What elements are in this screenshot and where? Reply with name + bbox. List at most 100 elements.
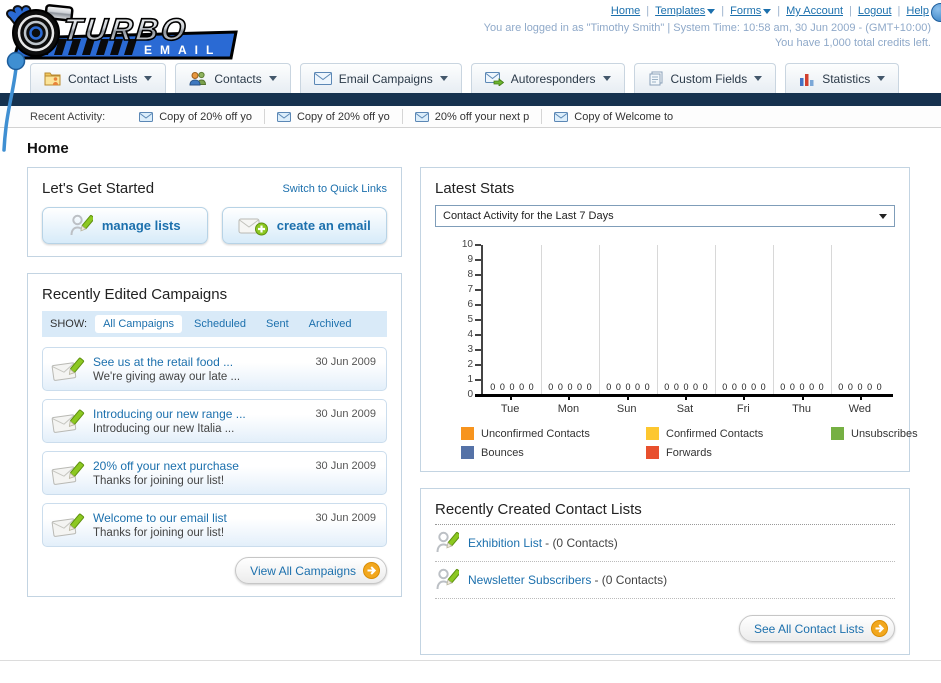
top-link-logout[interactable]: Logout: [858, 5, 892, 17]
y-axis-tick-label: 9: [467, 254, 473, 265]
autoresponders-envelope-icon: [484, 71, 504, 86]
recent-activity-item[interactable]: Copy of 20% off yo: [263, 109, 402, 124]
tab-email-campaigns[interactable]: Email Campaigns: [299, 63, 462, 93]
gridline: [831, 245, 832, 395]
statistics-chart-icon: [799, 72, 815, 86]
view-all-campaigns-button[interactable]: View All Campaigns: [235, 557, 387, 584]
see-all-contact-lists-button[interactable]: See All Contact Lists: [738, 615, 895, 642]
nav-divider-bar: [0, 93, 941, 106]
recent-activity-item[interactable]: Copy of 20% off yo: [127, 109, 264, 124]
switch-quick-links-link[interactable]: Switch to Quick Links: [282, 183, 387, 195]
chart-legend: Unconfirmed Contacts Confirmed Contacts Un…: [435, 427, 918, 459]
nav-separator: |: [849, 5, 852, 17]
contact-lists-folder-icon: [44, 72, 61, 86]
create-email-icon: [238, 216, 268, 236]
value-label-group: 00000: [831, 382, 889, 392]
top-link-help[interactable]: Help: [906, 5, 929, 17]
y-axis-tick: [475, 304, 481, 306]
value-label: 0: [789, 382, 795, 392]
contact-list-item[interactable]: Newsletter Subscribers - (0 Contacts): [435, 562, 895, 599]
envelope-icon: [276, 111, 291, 122]
top-link-forms[interactable]: Forms: [730, 5, 772, 17]
value-label: 0: [519, 382, 525, 392]
campaign-date: 30 Jun 2009: [315, 408, 376, 420]
contact-list-item[interactable]: Exhibition List - (0 Contacts): [435, 525, 895, 562]
recent-activity-item[interactable]: 20% off your next p: [401, 109, 542, 124]
campaign-row[interactable]: Introducing our new range ... Introducing…: [42, 399, 387, 443]
value-label: 0: [838, 382, 844, 392]
legend-item-forwards: Forwards: [646, 446, 831, 459]
top-link-templates[interactable]: Templates: [655, 5, 716, 17]
main-nav-tabs: Contact Lists Contacts Email Campaigns Auto…: [0, 62, 941, 93]
gridline: [598, 245, 600, 395]
stats-range-select[interactable]: Contact Activity for the Last 7 Days: [435, 205, 895, 227]
contact-list-link[interactable]: Exhibition List: [468, 536, 542, 550]
campaigns-title: Recently Edited Campaigns: [42, 286, 228, 303]
campaign-row[interactable]: Welcome to our email list Thanks for join…: [42, 503, 387, 547]
latest-stats-panel: Latest Stats Contact Activity for the La…: [420, 167, 918, 472]
tab-autoresponders[interactable]: Autoresponders: [470, 63, 625, 93]
value-label-group: 00000: [541, 382, 599, 392]
top-link-my-account[interactable]: My Account: [786, 5, 843, 17]
campaign-subtitle: We're giving away our late ...: [93, 371, 241, 383]
value-label: 0: [741, 382, 747, 392]
campaign-title-link[interactable]: Welcome to our email list: [93, 511, 315, 525]
envelope-icon: [139, 111, 154, 122]
legend-swatch: [646, 427, 659, 440]
filter-all-campaigns[interactable]: All Campaigns: [95, 315, 182, 333]
filter-sent[interactable]: Sent: [258, 315, 297, 333]
y-axis-tick-label: 4: [467, 329, 473, 340]
filter-scheduled[interactable]: Scheduled: [186, 315, 254, 333]
tab-contact-lists[interactable]: Contact Lists: [30, 63, 167, 93]
top-link-home[interactable]: Home: [611, 5, 640, 17]
manage-lists-button[interactable]: manage lists: [42, 207, 208, 244]
value-label: 0: [760, 382, 766, 392]
campaign-title-link[interactable]: 20% off your next purchase: [93, 459, 315, 473]
value-label: 0: [809, 382, 815, 392]
campaign-title-link[interactable]: See us at the retail food ...: [93, 355, 315, 369]
value-label: 0: [818, 382, 824, 392]
value-label: 0: [876, 382, 882, 392]
balloon-decoration: [2, 51, 26, 152]
recent-activity-item[interactable]: Copy of Welcome to: [541, 109, 685, 124]
page-title: Home: [27, 140, 69, 157]
contact-lists-title: Recently Created Contact Lists: [435, 501, 895, 525]
value-label: 0: [509, 382, 515, 392]
value-label: 0: [722, 382, 728, 392]
contact-lists-panel: Recently Created Contact Lists Exhibitio…: [420, 488, 910, 655]
recent-activity-bar: Recent Activity: Copy of 20% off yo Copy …: [0, 106, 941, 128]
value-label: 0: [731, 382, 737, 392]
value-label: 0: [751, 382, 757, 392]
x-axis-label: Thu: [772, 395, 830, 415]
logo-title-text: TURBO: [61, 12, 190, 47]
nav-separator: |: [646, 5, 650, 17]
campaign-row[interactable]: See us at the retail food ... We're givin…: [42, 347, 387, 391]
value-label-group: 00000: [599, 382, 657, 392]
y-axis-tick: [475, 319, 481, 321]
y-axis-tick-label: 2: [467, 359, 473, 370]
x-axis-label: Sun: [598, 395, 656, 415]
x-axis-label: Sat: [656, 395, 714, 415]
campaign-row[interactable]: 20% off your next purchase Thanks for joi…: [42, 451, 387, 495]
filter-archived[interactable]: Archived: [301, 315, 360, 333]
campaign-pencil-icon: [51, 512, 85, 539]
legend-item-confirmed-contacts: Confirmed Contacts: [646, 427, 831, 440]
y-axis-tick: [475, 244, 481, 246]
help-balloon-icon: [931, 3, 941, 22]
contact-list-link[interactable]: Newsletter Subscribers: [468, 573, 591, 587]
y-axis-tick-label: 7: [467, 284, 473, 295]
x-axis-label: Tue: [481, 395, 539, 415]
legend-item-unsubscribes: Unsubscribes: [831, 427, 918, 440]
gridline: [540, 245, 542, 395]
chevron-down-icon: [763, 8, 772, 14]
tab-contacts[interactable]: Contacts: [175, 63, 291, 93]
y-axis-tick: [475, 379, 481, 381]
x-axis-label: Wed: [831, 395, 889, 415]
app-window: TURBO EMAIL Home | Templates | Forms | My Acco…: [0, 0, 941, 683]
create-an-email-button[interactable]: create an email: [221, 207, 387, 244]
chevron-down-icon: [602, 76, 611, 81]
campaign-title-link[interactable]: Introducing our new range ...: [93, 407, 315, 421]
tab-custom-fields[interactable]: Custom Fields: [633, 63, 777, 93]
value-label: 0: [702, 382, 708, 392]
tab-statistics[interactable]: Statistics: [785, 63, 900, 93]
